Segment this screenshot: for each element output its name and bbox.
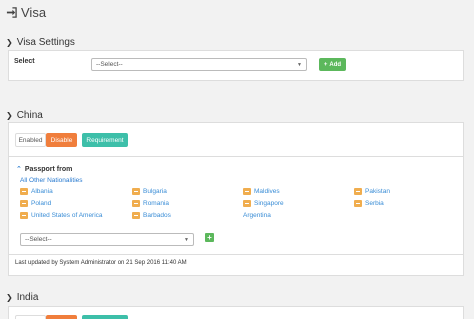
- chevron-down-icon: ▼: [184, 236, 189, 243]
- visa-select-value: --Select--: [96, 61, 123, 68]
- plus-icon: +: [323, 61, 328, 68]
- country-item[interactable]: Poland: [20, 200, 51, 207]
- tab-enabled[interactable]: Enabled: [15, 133, 46, 147]
- remove-icon[interactable]: [132, 212, 140, 219]
- visa-select[interactable]: --Select-- ▼: [91, 58, 307, 71]
- all-other-nationalities-link[interactable]: All Other Nationalities: [20, 177, 83, 184]
- india-tab-requirement[interactable]: [82, 315, 128, 319]
- china-footer-divider: [9, 254, 463, 255]
- india-title: India: [16, 292, 39, 303]
- tab-requirement[interactable]: Requirement: [82, 133, 128, 147]
- sign-in-icon: [6, 7, 17, 18]
- add-button-label: Add: [329, 61, 342, 68]
- remove-icon[interactable]: [243, 188, 251, 195]
- chevron-right-icon: ❯: [6, 293, 13, 302]
- country-item[interactable]: Pakistan: [354, 188, 390, 195]
- country-item[interactable]: Barbados: [132, 212, 171, 219]
- remove-icon[interactable]: [20, 212, 28, 219]
- page-title: Visa: [6, 5, 46, 20]
- chevron-down-icon: ▼: [297, 61, 302, 68]
- remove-icon[interactable]: [20, 188, 28, 195]
- country-item[interactable]: Bulgaria: [132, 188, 167, 195]
- remove-icon[interactable]: [132, 188, 140, 195]
- remove-icon[interactable]: [354, 200, 362, 207]
- passport-select[interactable]: --Select-- ▼: [20, 233, 194, 246]
- last-updated-text: Last updated by System Administrator on …: [15, 260, 187, 266]
- remove-icon[interactable]: [20, 200, 28, 207]
- country-item[interactable]: United States of America: [20, 212, 103, 219]
- tab-disable[interactable]: Disable: [46, 133, 77, 147]
- country-item[interactable]: Maldives: [243, 188, 280, 195]
- chevron-right-icon: ❯: [6, 38, 13, 47]
- india-tab-disable[interactable]: [46, 315, 77, 319]
- country-item[interactable]: Singapore: [243, 200, 284, 207]
- india-header[interactable]: ❯ India: [6, 292, 38, 303]
- add-button[interactable]: + Add: [319, 58, 346, 71]
- chevron-up-icon: ⌃: [16, 166, 22, 173]
- passport-from-header[interactable]: ⌃ Passport from: [16, 165, 73, 174]
- country-item[interactable]: Serbia: [354, 200, 384, 207]
- remove-icon[interactable]: [132, 200, 140, 207]
- add-country-button[interactable]: +: [205, 233, 214, 242]
- select-label: Select: [14, 58, 35, 65]
- remove-icon[interactable]: [354, 188, 362, 195]
- china-header[interactable]: ❯ China: [6, 110, 43, 121]
- india-tab-enabled[interactable]: [15, 315, 46, 319]
- remove-icon[interactable]: [243, 200, 251, 207]
- passport-from-label: Passport from: [24, 165, 73, 173]
- country-item[interactable]: Argentina: [243, 212, 271, 219]
- country-item[interactable]: Albania: [20, 188, 53, 195]
- passport-select-value: --Select--: [25, 236, 52, 243]
- plus-icon: +: [207, 232, 212, 242]
- china-divider: [9, 156, 463, 157]
- visa-settings-header[interactable]: ❯ Visa Settings: [6, 37, 75, 48]
- visa-settings-title: Visa Settings: [16, 37, 75, 48]
- chevron-right-icon: ❯: [6, 111, 13, 120]
- country-item[interactable]: Romania: [132, 200, 169, 207]
- page-title-text: Visa: [21, 5, 47, 20]
- china-title: China: [16, 110, 43, 121]
- china-status-tabs: Enabled Disable Requirement: [15, 133, 128, 147]
